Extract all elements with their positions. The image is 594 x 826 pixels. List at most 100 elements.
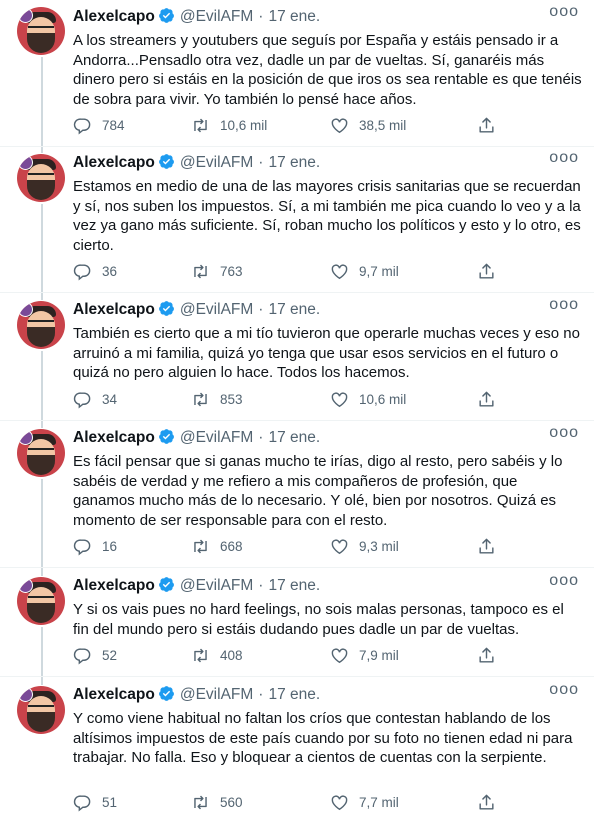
reply-count: 52 — [102, 648, 118, 663]
author-handle[interactable]: @EvilAFM — [180, 301, 253, 318]
avatar[interactable] — [17, 686, 65, 734]
share-button[interactable] — [477, 116, 496, 135]
author-name[interactable]: Alexelcapo — [73, 577, 155, 594]
tweet-actions: 16 668 9,3 mil — [73, 537, 496, 557]
reply-count: 784 — [102, 118, 125, 133]
tweet-actions: 36 763 9,7 mil — [73, 262, 496, 282]
author-name[interactable]: Alexelcapo — [73, 154, 155, 171]
tweet-date[interactable]: 17 ene. — [268, 8, 320, 25]
avatar[interactable] — [17, 429, 65, 477]
separator-dot: · — [258, 429, 264, 446]
separator-dot: · — [258, 577, 264, 594]
author-name[interactable]: Alexelcapo — [73, 8, 155, 25]
tweet-actions: 34 853 10,6 mil — [73, 390, 496, 410]
verified-icon — [158, 576, 175, 599]
author-handle[interactable]: @EvilAFM — [180, 577, 253, 594]
like-button[interactable]: 9,7 mil — [330, 262, 399, 281]
share-icon — [477, 646, 496, 665]
share-button[interactable] — [477, 793, 496, 812]
author-handle[interactable]: @EvilAFM — [180, 154, 253, 171]
reply-button[interactable]: 36 — [73, 262, 117, 281]
author-handle[interactable]: @EvilAFM — [180, 429, 253, 446]
retweet-icon — [191, 793, 210, 812]
retweet-count: 560 — [220, 795, 243, 810]
retweet-button[interactable]: 668 — [191, 537, 243, 556]
author-name[interactable]: Alexelcapo — [73, 429, 155, 446]
tweet-text: Estamos en medio de una de las mayores c… — [73, 178, 581, 254]
tweet-divider — [0, 420, 594, 421]
tweet-date[interactable]: 17 ene. — [268, 429, 320, 446]
more-icon[interactable]: ooo — [549, 3, 579, 21]
like-icon — [330, 262, 349, 281]
tweet-header: Alexelcapo @EvilAFM · 17 ene. — [73, 300, 320, 320]
tweet-date[interactable]: 17 ene. — [268, 301, 320, 318]
tweet-header: Alexelcapo @EvilAFM · 17 ene. — [73, 428, 320, 448]
retweet-button[interactable]: 10,6 mil — [191, 116, 267, 135]
retweet-button[interactable]: 408 — [191, 646, 243, 665]
reply-count: 51 — [102, 795, 118, 810]
tweet-divider — [0, 292, 594, 293]
share-button[interactable] — [477, 646, 496, 665]
like-icon — [330, 646, 349, 665]
reply-icon — [73, 537, 92, 556]
separator-dot: · — [258, 154, 264, 171]
tweet-header: Alexelcapo @EvilAFM · 17 ene. — [73, 153, 320, 173]
share-icon — [477, 390, 496, 409]
like-button[interactable]: 10,6 mil — [330, 390, 406, 409]
avatar[interactable] — [17, 577, 65, 625]
like-icon — [330, 793, 349, 812]
verified-icon — [158, 300, 175, 323]
tweet-text: Y como viene habitual no faltan los crío… — [73, 710, 573, 766]
more-icon[interactable]: ooo — [549, 681, 579, 699]
like-button[interactable]: 9,3 mil — [330, 537, 399, 556]
author-handle[interactable]: @EvilAFM — [180, 686, 253, 703]
like-count: 7,9 mil — [359, 648, 399, 663]
more-icon[interactable]: ooo — [549, 296, 579, 314]
more-icon[interactable]: ooo — [549, 424, 579, 442]
tweet-date[interactable]: 17 ene. — [268, 686, 320, 703]
retweet-count: 763 — [220, 264, 243, 279]
reply-icon — [73, 390, 92, 409]
reply-button[interactable]: 16 — [73, 537, 117, 556]
tweet-actions: 52 408 7,9 mil — [73, 646, 496, 666]
reply-icon — [73, 646, 92, 665]
like-icon — [330, 116, 349, 135]
reply-count: 16 — [102, 539, 118, 554]
share-button[interactable] — [477, 537, 496, 556]
more-icon[interactable]: ooo — [549, 572, 579, 590]
reply-icon — [73, 793, 92, 812]
retweet-icon — [191, 262, 210, 281]
reply-button[interactable]: 51 — [73, 793, 117, 812]
thread-connector-line — [41, 479, 43, 576]
like-count: 10,6 mil — [359, 392, 407, 407]
reply-button[interactable]: 34 — [73, 390, 117, 409]
like-button[interactable]: 7,7 mil — [330, 793, 399, 812]
separator-dot: · — [258, 301, 264, 318]
verified-icon — [158, 7, 175, 30]
like-button[interactable]: 38,5 mil — [330, 116, 406, 135]
share-button[interactable] — [477, 390, 496, 409]
reply-button[interactable]: 784 — [73, 116, 125, 135]
author-name[interactable]: Alexelcapo — [73, 686, 155, 703]
retweet-button[interactable]: 853 — [191, 390, 243, 409]
like-count: 9,7 mil — [359, 264, 399, 279]
avatar[interactable] — [17, 301, 65, 349]
separator-dot: · — [258, 686, 264, 703]
tweet-date[interactable]: 17 ene. — [268, 154, 320, 171]
tweet-text: Y si os vais pues no hard feelings, no s… — [73, 601, 564, 638]
thread-connector-line — [41, 351, 43, 428]
reply-button[interactable]: 52 — [73, 646, 117, 665]
share-icon — [477, 537, 496, 556]
tweet-date[interactable]: 17 ene. — [268, 577, 320, 594]
more-icon[interactable]: ooo — [549, 149, 579, 167]
author-handle[interactable]: @EvilAFM — [180, 8, 253, 25]
share-icon — [477, 262, 496, 281]
like-button[interactable]: 7,9 mil — [330, 646, 399, 665]
share-button[interactable] — [477, 262, 496, 281]
author-name[interactable]: Alexelcapo — [73, 301, 155, 318]
avatar[interactable] — [17, 7, 65, 55]
retweet-button[interactable]: 763 — [191, 262, 243, 281]
avatar[interactable] — [17, 154, 65, 202]
like-count: 38,5 mil — [359, 118, 407, 133]
retweet-button[interactable]: 560 — [191, 793, 243, 812]
